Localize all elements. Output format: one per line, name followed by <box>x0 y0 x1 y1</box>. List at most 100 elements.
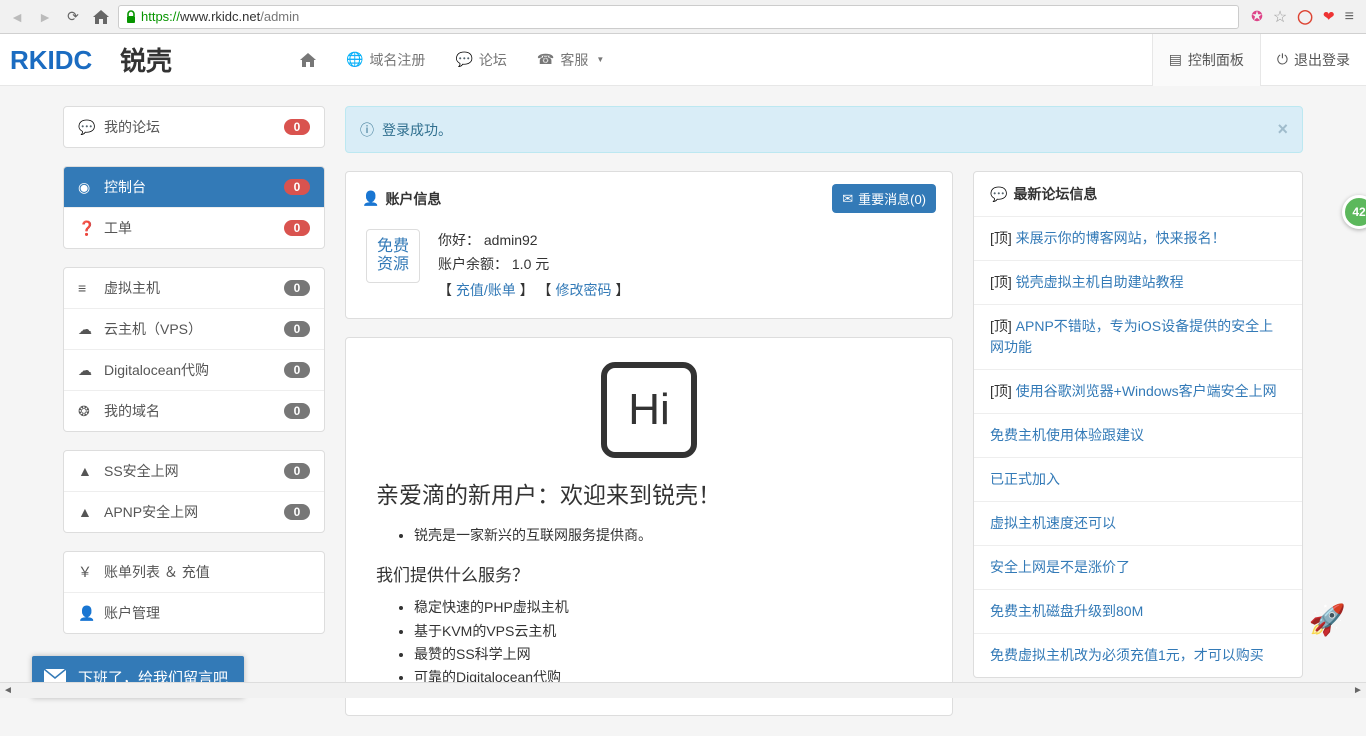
forum-item[interactable]: 免费主机使用体验跟建议 <box>974 413 1302 457</box>
adblock-icon[interactable]: ◯ <box>1297 8 1313 25</box>
close-icon[interactable]: × <box>1277 119 1288 140</box>
sidebar-item[interactable]: ☁云主机（VPS）0 <box>64 308 324 349</box>
login-success-alert: ⓘ 登录成功。 × <box>345 106 1303 153</box>
lock-icon <box>125 10 137 24</box>
user-icon: 👤 <box>78 605 96 622</box>
forum-item-text: 免费主机使用体验跟建议 <box>990 427 1144 443</box>
cloud-solid-icon: ☁ <box>78 362 96 379</box>
svg-text:RKIDC: RKIDC <box>10 45 93 75</box>
sidebar-item[interactable]: ￥账单列表 ＆ 充值 <box>64 552 324 592</box>
sidebar-item[interactable]: ▲APNP安全上网0 <box>64 491 324 532</box>
main-nav: 🌐 域名注册 💬 论坛 ☎ 客服 ▼ <box>285 34 619 86</box>
forum-item[interactable]: 免费主机磁盘升级到80M <box>974 589 1302 633</box>
badge: 0 <box>284 280 310 296</box>
sidebar-item[interactable]: 👤 账户管理 <box>64 592 324 633</box>
road-icon: ▲ <box>78 504 96 520</box>
account-title: 👤 账户信息 <box>362 189 441 209</box>
sidebar-item-label: 账户管理 <box>104 603 160 623</box>
dashboard-icon: ▤ <box>1169 51 1182 68</box>
badge: 0 <box>284 463 310 479</box>
home-button[interactable] <box>90 6 112 28</box>
sidebar-item-label: APNP安全上网 <box>104 502 198 522</box>
sticky-tag: [顶] <box>990 383 1016 399</box>
user-icon: 👤 <box>362 190 379 207</box>
info-icon: ⓘ <box>360 120 374 140</box>
recharge-link[interactable]: 充值/账单 <box>456 282 516 298</box>
url-text: https://www.rkidc.net/admin <box>141 9 299 24</box>
url-bar[interactable]: https://www.rkidc.net/admin <box>118 5 1239 29</box>
badge: 0 <box>284 220 310 236</box>
mail-icon: ✉ <box>842 191 853 207</box>
logout-link[interactable]: ⏻ 退出登录 <box>1260 34 1366 86</box>
sidebar-item-label: 我的域名 <box>104 401 160 421</box>
forum-item[interactable]: [顶] 来展示你的博客网站，快来报名！ <box>974 217 1302 260</box>
sidebar-item[interactable]: 💬我的论坛0 <box>64 107 324 147</box>
site-logo[interactable]: RKIDC 锐壳 <box>10 45 275 75</box>
back-button[interactable]: ◄ <box>6 6 28 28</box>
forum-item[interactable]: 安全上网是不是涨价了 <box>974 545 1302 589</box>
power-icon: ⏻ <box>1277 51 1288 68</box>
badge: 0 <box>284 362 310 378</box>
sidebar-item-label: 控制台 <box>104 177 146 197</box>
sidebar-item[interactable]: ◉ 控制台 0 <box>64 167 324 207</box>
menu-icon[interactable]: ≡ <box>1345 8 1354 26</box>
welcome-card: Hi 亲爱滴的新用户：欢迎来到锐壳！ 锐壳是一家新兴的互联网服务提供商。 我们提… <box>345 337 953 715</box>
browser-chrome: ◄ ► ⟳ https://www.rkidc.net/admin ✪ ☆ ◯ … <box>0 0 1366 34</box>
sidebar-item[interactable]: ☁ Digitalocean代购 0 <box>64 349 324 390</box>
account-card: 👤 账户信息 ✉ 重要消息(0) 免费 资源 <box>345 171 953 319</box>
welcome-title: 亲爱滴的新用户：欢迎来到锐壳！ <box>376 476 922 510</box>
sidebar: 💬我的论坛0 ◉控制台0❓工单0 ≡虚拟主机0☁云主机（VPS）0☁Digita… <box>63 106 325 716</box>
messages-button[interactable]: ✉ 重要消息(0) <box>832 184 936 213</box>
forum-item-text: 免费主机磁盘升级到80M <box>990 603 1143 619</box>
sidebar-item[interactable]: ❓工单0 <box>64 207 324 248</box>
forum-item-text: 已正式加入 <box>990 471 1060 487</box>
dashboard-icon: ◉ <box>78 179 96 196</box>
forward-button[interactable]: ► <box>34 6 56 28</box>
home-icon <box>300 53 316 67</box>
yen-icon: ￥ <box>78 562 96 582</box>
chevron-down-icon: ▼ <box>596 55 604 64</box>
forum-item-text: 免费虚拟主机改为必须充值1元，才可以购买 <box>990 647 1264 663</box>
ext-icon[interactable]: ✪ <box>1251 8 1263 25</box>
rocket-icon[interactable]: 🚀 <box>1309 603 1346 638</box>
control-panel-link[interactable]: ▤ 控制面板 <box>1152 34 1260 86</box>
horizontal-scrollbar[interactable]: ◄► <box>0 682 1366 698</box>
account-info: 你好： admin92 账户余额： 1.0 元 【 充值/账单 】 【 修改密码… <box>438 229 629 302</box>
nav-domain[interactable]: 🌐 域名注册 <box>331 34 440 86</box>
forum-item[interactable]: 虚拟主机速度还可以 <box>974 501 1302 545</box>
heart-icon[interactable]: ❤ <box>1323 8 1335 25</box>
extension-icons: ✪ ☆ ◯ ❤ ≡ <box>1245 7 1360 27</box>
comment-icon: 💬 <box>78 119 96 136</box>
forum-item-text: 安全上网是不是涨价了 <box>990 559 1130 575</box>
account-avatar: 免费 资源 <box>366 229 420 283</box>
forum-item[interactable]: 已正式加入 <box>974 457 1302 501</box>
nav-home[interactable] <box>285 34 331 86</box>
forum-card: 💬 最新论坛信息 [顶] 来展示你的博客网站，快来报名！[顶] 锐壳虚拟主机自助… <box>973 171 1303 678</box>
welcome-intro: 锐壳是一家新兴的互联网服务提供商。 <box>414 524 922 547</box>
forum-item[interactable]: 免费虚拟主机改为必须充值1元，才可以购买 <box>974 633 1302 677</box>
forum-item[interactable]: [顶] 锐壳虚拟主机自助建站教程 <box>974 260 1302 304</box>
nav-forum[interactable]: 💬 论坛 <box>440 34 521 86</box>
reload-button[interactable]: ⟳ <box>62 6 84 28</box>
notification-badge[interactable]: 42 <box>1342 195 1366 229</box>
forum-item-text: 使用谷歌浏览器+Windows客户端安全上网 <box>1016 383 1277 399</box>
forum-item[interactable]: [顶] 使用谷歌浏览器+Windows客户端安全上网 <box>974 369 1302 413</box>
sidebar-item[interactable]: ≡ 虚拟主机 0 <box>64 268 324 308</box>
globe-icon: ❂ <box>78 403 96 420</box>
comment-icon: 💬 <box>990 186 1007 203</box>
list-icon: ≡ <box>78 280 96 296</box>
badge: 0 <box>284 179 310 195</box>
sidebar-item[interactable]: ▲SS安全上网0 <box>64 451 324 491</box>
nav-cs[interactable]: ☎ 客服 ▼ <box>522 34 619 86</box>
sidebar-item-label: 虚拟主机 <box>104 278 160 298</box>
sidebar-item-label: 云主机（VPS） <box>104 319 202 339</box>
sticky-tag: [顶] <box>990 274 1016 290</box>
forum-item[interactable]: [顶] APNP不错哒，专为iOS设备提供的安全上网功能 <box>974 304 1302 369</box>
change-password-link[interactable]: 修改密码 <box>555 282 611 298</box>
sidebar-item[interactable]: ❂我的域名0 <box>64 390 324 431</box>
sidebar-item-label: Digitalocean代购 <box>104 360 209 380</box>
bookmark-icon[interactable]: ☆ <box>1273 7 1287 27</box>
site-header: RKIDC 锐壳 🌐 域名注册 💬 论坛 ☎ 客服 ▼ ▤ 控制面板 ⏻ 退出登… <box>0 34 1366 86</box>
svg-text:锐壳: 锐壳 <box>120 46 172 75</box>
header-right: ▤ 控制面板 ⏻ 退出登录 <box>1152 34 1366 86</box>
